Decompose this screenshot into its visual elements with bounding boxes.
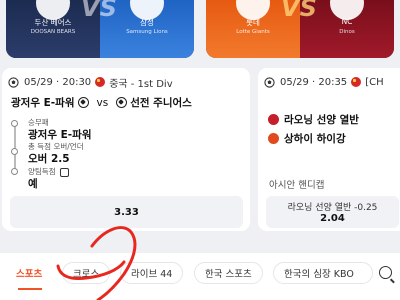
vs-label: vs [96, 96, 109, 109]
banner-match-doosan-samsung[interactable]: 두산 베어스 DOOSAN BEARS 삼성 Samsung Lions VS [6, 0, 194, 58]
timeline-dot [11, 148, 18, 155]
odds-value: 2.04 [320, 213, 345, 224]
selection-value: 예 [28, 178, 38, 190]
team-crest-icon [268, 114, 279, 125]
tab-korean-sports[interactable]: 한국 스포츠 [194, 262, 263, 284]
soccer-ball-icon [8, 76, 19, 88]
team-subname: Dinos [339, 29, 355, 35]
home-team: 라오닝 선양 열반 [284, 114, 359, 126]
selection-value: 오버 2.5 [28, 153, 70, 165]
soccer-ball-icon [264, 76, 275, 88]
match-datetime: 05/29 · 20:35 [280, 76, 348, 88]
team-subname: Samsung Lions [126, 29, 168, 35]
search-icon[interactable] [379, 266, 392, 279]
match-banner: 두산 베어스 DOOSAN BEARS 삼성 Samsung Lions VS … [0, 0, 400, 60]
selection-value: 광저우 E-파워 [28, 129, 92, 141]
selection-market-text: 양팀득점 [28, 167, 56, 176]
market-label: 아시안 핸디캡 [269, 180, 325, 191]
odds-button[interactable]: 라오닝 선양 열반 -0.25 2.04 [266, 196, 399, 228]
match-teams: 광저우 E-파워 vs 선전 주니어스 [11, 95, 192, 110]
info-icon [59, 167, 69, 177]
timeline-rail [14, 124, 16, 170]
away-team: 선전 주니어스 [130, 97, 192, 109]
team-subname: DOOSAN BEARS [30, 29, 76, 35]
china-flag-icon [95, 77, 106, 87]
tab-sports[interactable]: 스포츠 [6, 262, 52, 290]
tab-kbo[interactable]: 한국의 심장 KBO [273, 262, 373, 284]
bet-card-guangzhou[interactable]: 05/29 · 20:30 중국 - 1st Div 광저우 E-파워 vs 선… [2, 68, 250, 231]
bet-card-liaoning[interactable]: 05/29 · 20:35 [CH 라오닝 선양 열반 상하이 하이강 아시안 … [258, 68, 400, 231]
team-subname: Lotte Giants [236, 29, 270, 35]
away-team: 상하이 하이강 [284, 133, 346, 145]
vs-mark: VS [81, 0, 117, 22]
home-team-row: 라오닝 선양 열반 [268, 112, 359, 127]
tab-live[interactable]: 라이브 44 [120, 262, 184, 284]
category-tab-bar: 스포츠 크로스 라이브 44 한국 스포츠 한국의 심장 KBO [0, 253, 400, 300]
odds-button[interactable]: 3.33 [10, 196, 243, 228]
team-crest-icon [268, 133, 279, 144]
card-header: 05/29 · 20:30 중국 - 1st Div [8, 75, 173, 90]
china-flag-icon [351, 77, 362, 87]
league-name: [CH [365, 76, 384, 88]
timeline-dot [11, 120, 18, 127]
league-name: 중국 - 1st Div [109, 78, 173, 90]
team-crest-icon [116, 97, 128, 108]
banner-match-lotte-nc[interactable]: 롯데 Lotte Giants NC Dinos VS [206, 0, 394, 58]
match-datetime: 05/29 · 20:30 [24, 76, 92, 88]
odds-selection: 라오닝 선양 열반 -0.25 [287, 203, 378, 213]
home-team: 광저우 E-파워 [11, 97, 75, 109]
card-header: 05/29 · 20:35 [CH [264, 75, 384, 89]
vs-mark: VS [281, 0, 317, 22]
timeline-dot [11, 168, 18, 175]
away-team-row: 상하이 하이강 [268, 131, 346, 146]
team-crest-icon [77, 97, 89, 108]
tab-cross[interactable]: 크로스 [62, 262, 111, 284]
